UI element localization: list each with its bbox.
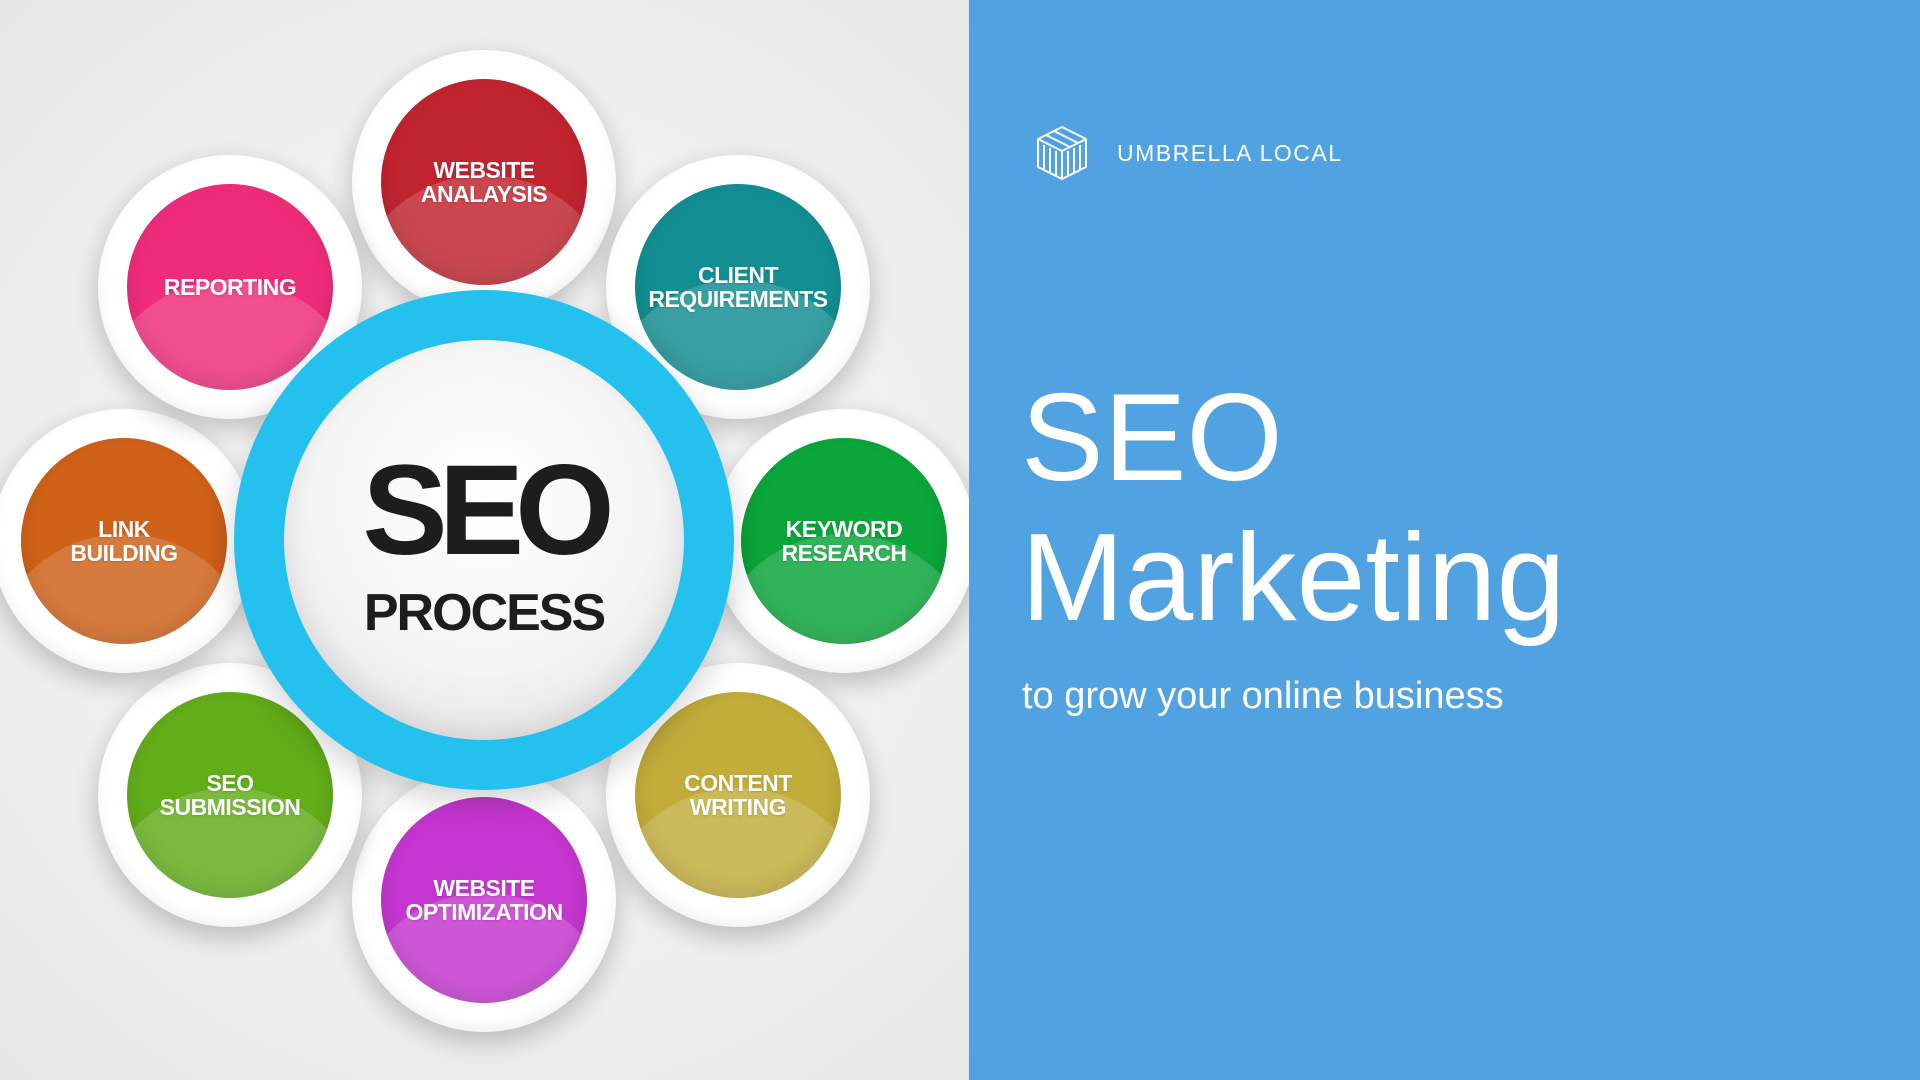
petal-website-analysis: WEBSITE ANALAYSIS (381, 79, 587, 285)
brand-name: UMBRELLA LOCAL (1117, 139, 1343, 166)
petal-label: CLIENT REQUIREMENTS (648, 261, 828, 312)
petal-seo-submission: SEO SUBMISSION (127, 692, 333, 898)
hub-title: SEO (362, 439, 614, 582)
brand: UMBRELLA LOCAL (1033, 124, 1343, 182)
petal-label: WEBSITE OPTIMIZATION (405, 874, 563, 925)
petal-keyword-research: KEYWORD RESEARCH (741, 438, 947, 644)
petal-label: CONTENT WRITING (684, 769, 792, 820)
headline-line-1: SEO (1021, 369, 1283, 507)
cube-logo-icon (1037, 126, 1087, 180)
petal-content-writing: CONTENT WRITING (635, 692, 841, 898)
petal-client-requirements: CLIENT REQUIREMENTS (635, 184, 841, 390)
petal-label: SEO SUBMISSION (159, 769, 301, 820)
seo-process-hub: SEO PROCESS (284, 340, 684, 740)
title-panel: UMBRELLA LOCAL SEO Marketing to grow you… (969, 0, 1920, 1080)
petal-website-optimization: WEBSITE OPTIMIZATION (381, 797, 587, 1003)
tagline: to grow your online business (1022, 675, 1504, 717)
seo-process-diagram: WEBSITE ANALAYSIS CLIENT REQUIREMENTS KE… (0, 0, 969, 1080)
hub-subtitle: PROCESS (363, 584, 606, 642)
page-title: SEO Marketing (1021, 368, 1565, 648)
seo-process-graphic: WEBSITE ANALAYSIS CLIENT REQUIREMENTS KE… (0, 0, 969, 1080)
petal-label: WEBSITE ANALAYSIS (420, 156, 548, 207)
petal-label: KEYWORD RESEARCH (781, 515, 907, 566)
petal-link-building: LINK BUILDING (21, 438, 227, 644)
petal-label: REPORTING (163, 273, 297, 300)
petal-label: LINK BUILDING (70, 515, 178, 566)
headline-line-2: Marketing (1021, 509, 1566, 647)
petal-reporting: REPORTING (127, 184, 333, 390)
